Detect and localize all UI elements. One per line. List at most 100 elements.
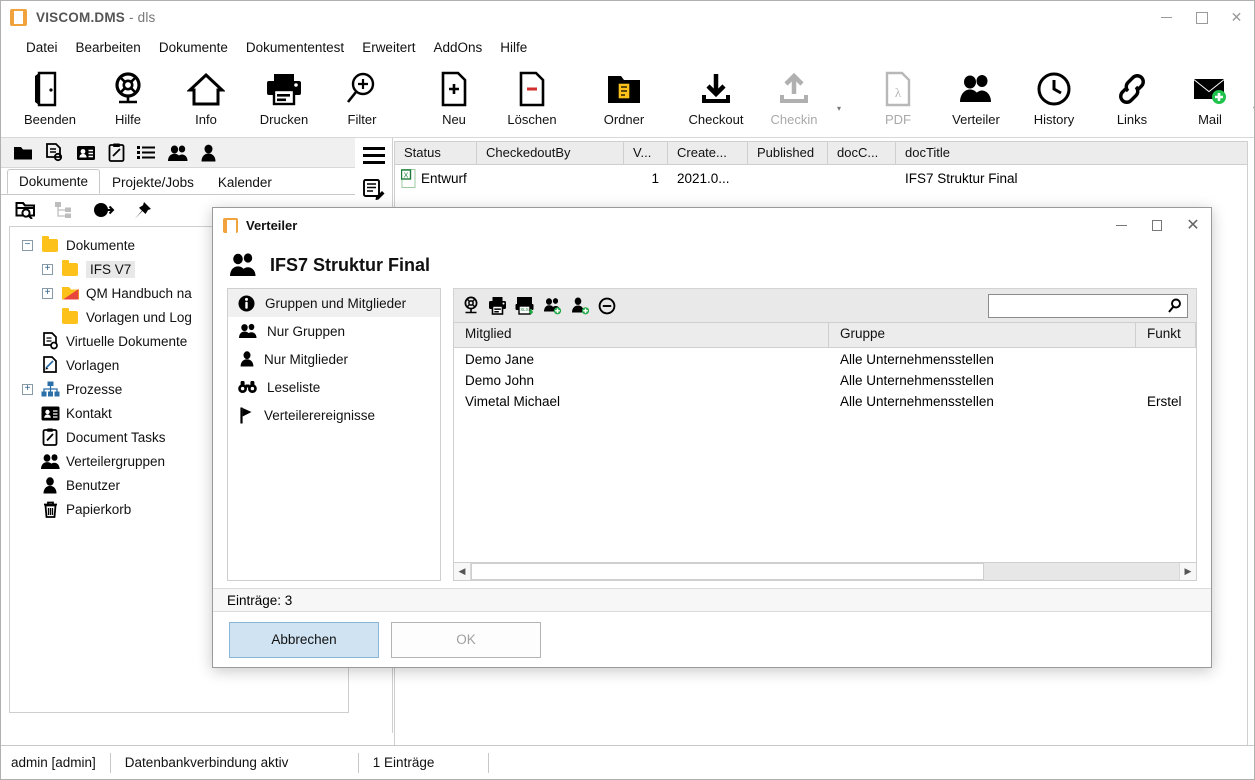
menu-item-datei[interactable]: Datei [17,38,67,57]
ribbon-button-history[interactable]: History [1015,62,1093,132]
svg-text:λ: λ [895,85,902,100]
hamburger-menu-icon[interactable] [362,147,385,164]
tree-node-label: Verteilergruppen [66,453,166,469]
contact-card-icon[interactable] [76,145,96,161]
column-header-mitglied[interactable]: Mitglied [454,323,829,347]
ribbon-button-beenden-label: Beenden [23,112,77,127]
trash-icon [39,501,61,518]
search-icon[interactable] [1167,298,1182,313]
delete-document-icon [517,67,547,111]
pin-icon[interactable] [133,200,153,220]
add-member-icon[interactable] [571,297,590,315]
ok-button[interactable]: OK [391,621,541,658]
nav-item-gruppen-und-mitglieder[interactable]: Gruppen und Mitglieder [228,289,440,317]
tab-kalender[interactable]: Kalender [206,170,284,194]
column-header-version[interactable]: V... [624,141,668,165]
ribbon-button-pdf[interactable]: λ PDF [859,62,937,132]
ribbon-button-drucken[interactable]: Drucken [245,62,323,132]
scrollbar-thumb[interactable] [471,563,985,580]
ribbon-button-loeschen[interactable]: Löschen [493,62,571,132]
collapse-expander-icon[interactable]: − [22,239,33,251]
maximize-icon[interactable] [1184,1,1219,34]
search-box[interactable] [988,293,1188,318]
menu-item-erweitert[interactable]: Erweitert [353,38,424,57]
document-icon [223,217,238,233]
remove-icon[interactable] [598,297,616,315]
column-header-doctitle[interactable]: docTitle [896,141,1206,165]
chevron-down-icon[interactable]: ▾ [833,62,845,132]
ribbon-button-ordner-label: Ordner [603,112,645,127]
minimize-icon[interactable] [1103,208,1139,242]
ribbon-button-checkin-label: Checkin [770,112,818,127]
nav-item-leseliste[interactable]: Leseliste [228,373,440,401]
tab-dokumente[interactable]: Dokumente [7,169,101,194]
ribbon-button-hilfe[interactable]: Hilfe [89,62,167,132]
export-arrow-icon[interactable] [93,201,115,219]
menu-item-bearbeiten[interactable]: Bearbeiten [67,38,150,57]
scrollbar-track[interactable] [471,563,1179,580]
ribbon-button-neu[interactable]: Neu [415,62,493,132]
menu-item-addons[interactable]: AddOns [424,38,491,57]
folder-icon[interactable] [13,145,33,161]
ribbon-button-links[interactable]: Links [1093,62,1171,132]
search-input[interactable] [994,297,1167,314]
group-users-icon[interactable] [167,144,189,162]
table-row[interactable]: X Entwurf 1 2021.0... IFS7 Struktur Fina… [395,165,1247,191]
table-row[interactable]: Vimetal Michael Alle Unternehmensstellen… [454,394,1196,415]
maximize-icon[interactable] [1139,208,1175,242]
tree-structure-icon[interactable] [55,201,75,219]
folder-search-icon[interactable] [15,200,37,219]
nav-item-verteilerereignisse[interactable]: Verteilerereignisse [228,401,440,429]
nav-item-nur-gruppen[interactable]: Nur Gruppen [228,317,440,345]
cell-mitglied: Demo Jane [465,352,535,367]
lifebuoy-icon[interactable] [462,296,480,315]
column-header-published[interactable]: Published [748,141,828,165]
printer-icon[interactable] [488,296,507,315]
ribbon-button-info-label: Info [195,112,217,127]
chevron-down-icon[interactable]: ▾ [1249,62,1254,132]
close-icon[interactable]: ✕ [1219,1,1254,34]
ribbon-button-beenden[interactable]: Beenden [11,62,89,132]
menu-item-hilfe[interactable]: Hilfe [491,38,536,57]
nav-item-nur-mitglieder[interactable]: Nur Mitglieder [228,345,440,373]
column-header-docc[interactable]: docC... [828,141,896,165]
ribbon-button-checkin[interactable]: Checkin [755,62,833,132]
column-header-created[interactable]: Create... [668,141,748,165]
expand-expander-icon[interactable]: + [42,263,53,275]
scroll-left-icon[interactable]: ◀ [454,563,471,580]
dialog-body: Gruppen und Mitglieder Nur Gruppen Nur M… [213,288,1211,581]
expand-expander-icon[interactable]: + [42,287,53,299]
tab-projekte-jobs[interactable]: Projekte/Jobs [100,170,206,194]
ribbon-button-mail[interactable]: Mail [1171,62,1249,132]
ribbon-button-info[interactable]: Info [167,62,245,132]
table-row[interactable]: Demo John Alle Unternehmensstellen [454,373,1196,394]
column-header-gruppe[interactable]: Gruppe [829,323,1136,347]
scroll-right-icon[interactable]: ▶ [1179,563,1196,580]
ribbon-group-checkinout: Checkout Checkin ▾ [677,62,845,134]
ribbon-button-checkout[interactable]: Checkout [677,62,755,132]
add-group-icon[interactable] [543,297,563,315]
task-clipboard-icon[interactable] [108,143,125,162]
no-expander-icon [22,456,33,467]
export-xls-icon[interactable]: XLS [515,296,535,315]
edit-list-icon[interactable] [362,179,385,200]
menu-item-dokumente[interactable]: Dokumente [150,38,237,57]
upload-arrow-icon [777,67,811,111]
table-row[interactable]: Demo Jane Alle Unternehmensstellen [454,352,1196,373]
list-icon[interactable] [137,145,155,160]
minimize-icon[interactable] [1149,1,1184,34]
column-header-status[interactable]: Status [395,141,477,165]
user-icon[interactable] [201,144,216,162]
template-icon [39,356,61,374]
ribbon-button-verteiler[interactable]: Verteiler [937,62,1015,132]
horizontal-scrollbar[interactable]: ◀ ▶ [453,563,1197,581]
cancel-button[interactable]: Abbrechen [229,621,379,658]
virtual-document-icon[interactable] [45,143,64,162]
expand-expander-icon[interactable]: + [22,383,33,395]
close-icon[interactable]: ✕ [1175,208,1211,242]
menu-item-dokumententest[interactable]: Dokumententest [237,38,353,57]
column-header-funktion[interactable]: Funkt [1136,323,1196,347]
ribbon-button-ordner[interactable]: Ordner [585,62,663,132]
ribbon-button-filter[interactable]: Filter [323,62,401,132]
column-header-checkedoutby[interactable]: CheckedoutBy [477,141,624,165]
